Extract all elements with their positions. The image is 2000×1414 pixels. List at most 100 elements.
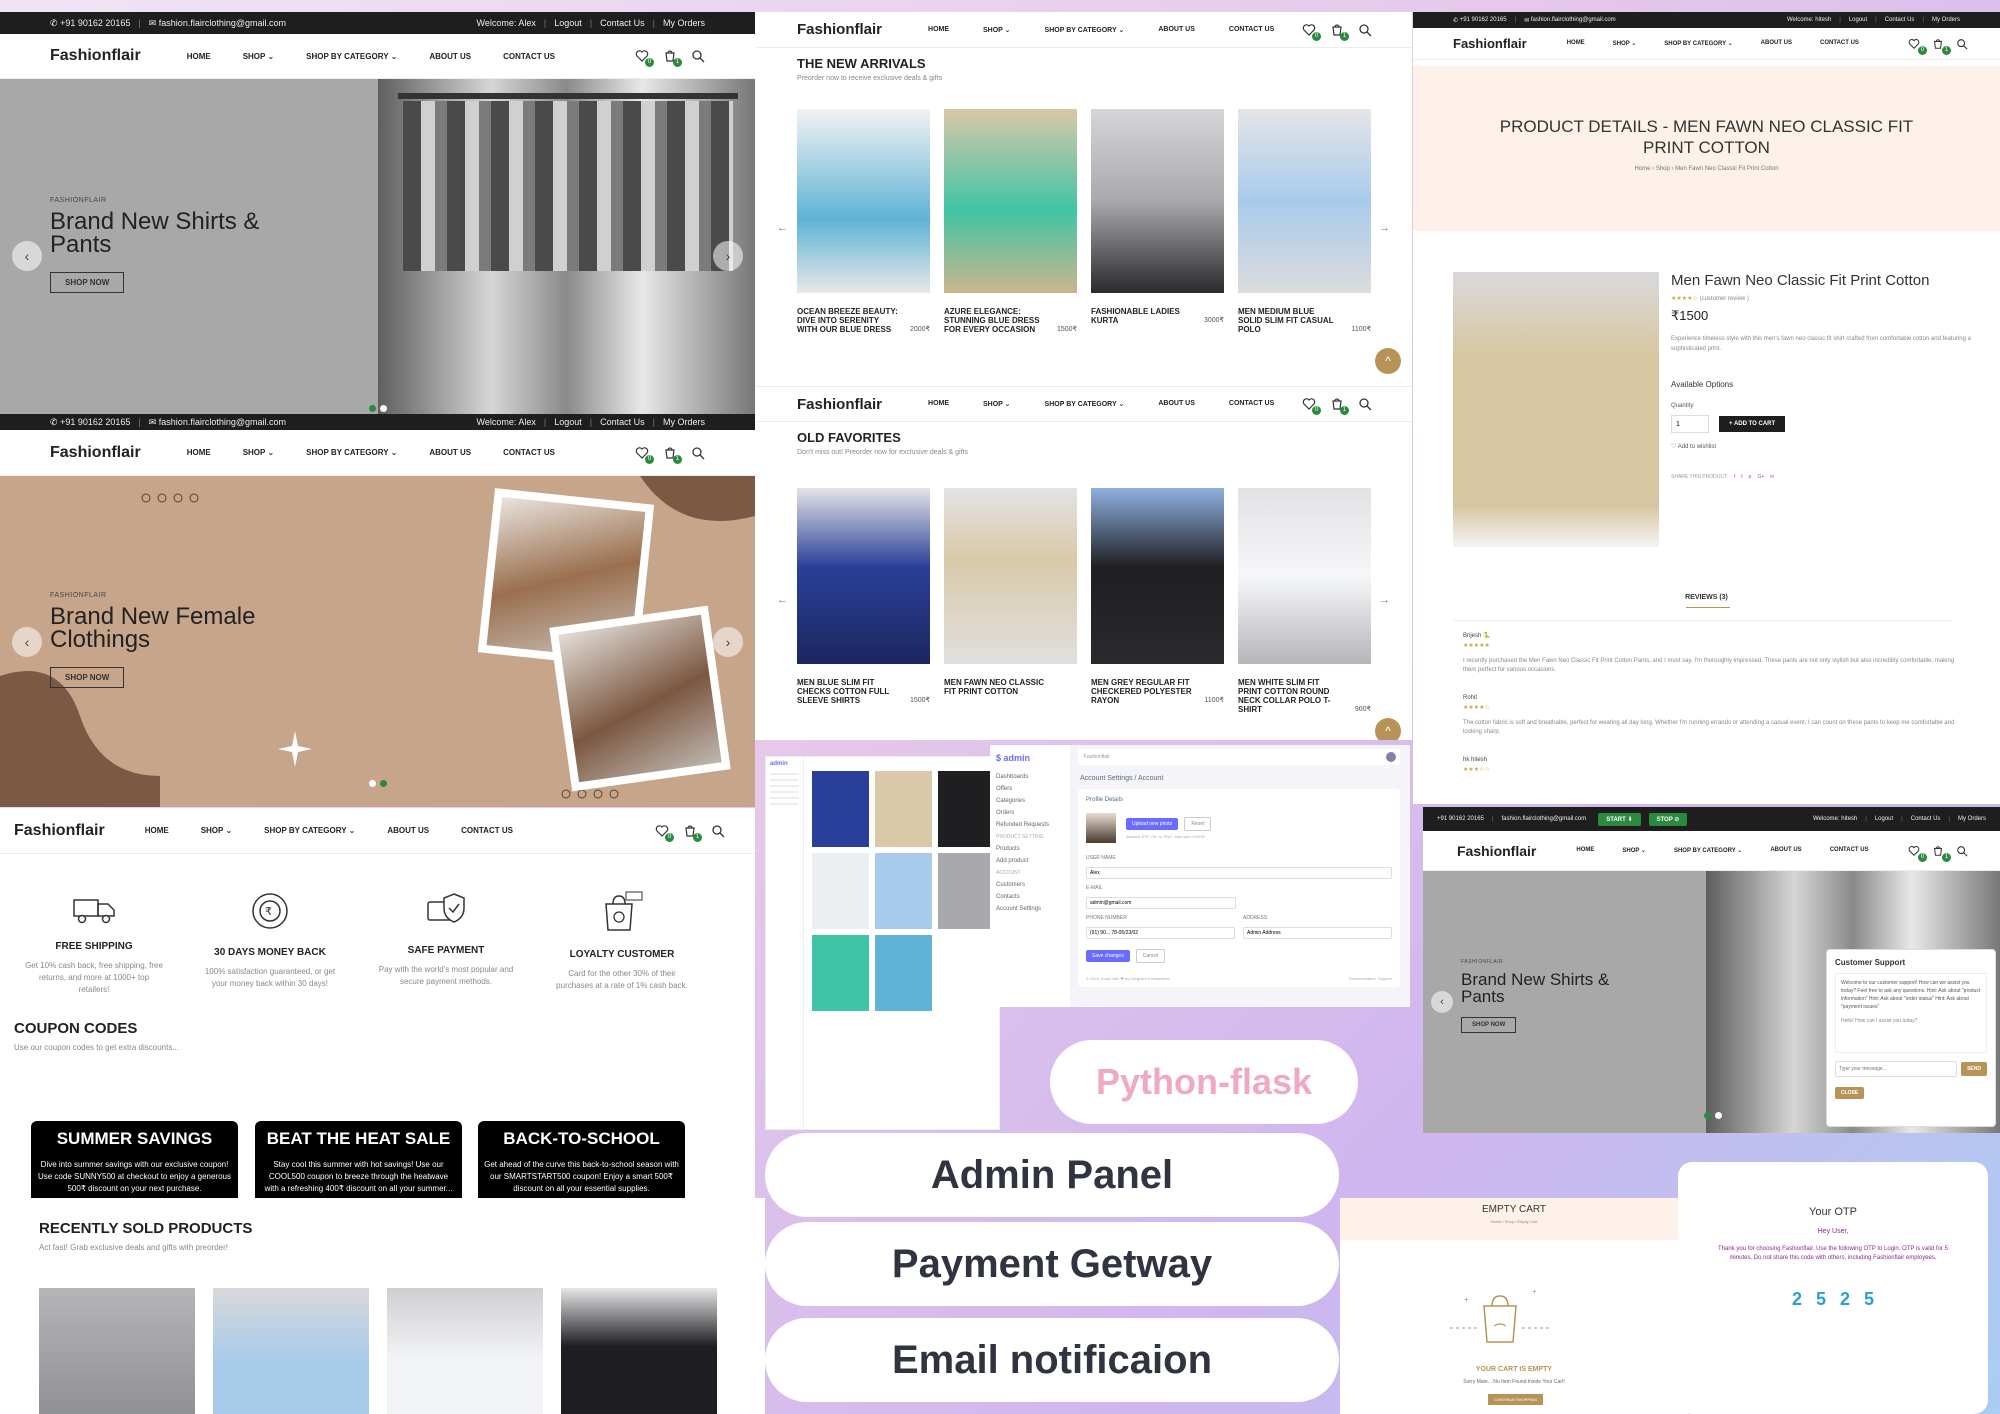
- search-icon[interactable]: [711, 824, 725, 838]
- product-thumb[interactable]: [812, 771, 869, 847]
- close-chat-button[interactable]: CLOSE: [1835, 1087, 1865, 1099]
- cart-icon[interactable]: 1: [1932, 37, 1951, 55]
- linkedin-icon[interactable]: in: [1770, 474, 1774, 480]
- wishlist-icon[interactable]: 0: [655, 824, 674, 842]
- logo[interactable]: Fashionflair: [797, 396, 882, 413]
- product-card[interactable]: MEN MEDIUM BLUE SOLID SLIM FIT CASUAL PO…: [1238, 109, 1371, 334]
- avatar[interactable]: [1386, 752, 1396, 762]
- nav-category[interactable]: SHOP BY CATEGORY ⌄: [1045, 26, 1125, 34]
- product-thumb[interactable]: [812, 853, 869, 929]
- nav-about[interactable]: ABOUT US: [429, 448, 471, 457]
- shop-now-button[interactable]: SHOP NOW: [50, 667, 125, 688]
- product-card[interactable]: MEN FAWN NEO CLASSIC FIT PRINT COTTON: [944, 488, 1077, 714]
- contact-link[interactable]: Contact Us: [600, 18, 645, 28]
- contact-link[interactable]: Contact Us: [1885, 17, 1915, 23]
- slide-dot[interactable]: [1704, 1112, 1711, 1119]
- shop-now-button[interactable]: SHOP NOW: [50, 272, 125, 293]
- support-link[interactable]: Support: [1378, 976, 1392, 981]
- pinterest-icon[interactable]: p: [1749, 474, 1752, 480]
- email-field[interactable]: [1086, 897, 1236, 909]
- wishlist-icon[interactable]: 0: [635, 49, 654, 67]
- nav-home[interactable]: HOME: [187, 448, 211, 457]
- voice-stop-button[interactable]: STOP ⊘: [1648, 812, 1688, 826]
- prev-arrow-icon[interactable]: ‹: [12, 626, 42, 657]
- admin-nav-offers[interactable]: Offers: [996, 783, 1064, 795]
- slide-dot[interactable]: [380, 780, 387, 787]
- logout-link[interactable]: Logout: [1875, 816, 1893, 822]
- product-image[interactable]: [213, 1288, 369, 1414]
- logout-link[interactable]: Logout: [554, 417, 582, 427]
- admin-nav-dashboards[interactable]: Dashboards: [996, 771, 1064, 783]
- search-icon[interactable]: [691, 49, 705, 63]
- orders-link[interactable]: My Orders: [663, 18, 705, 28]
- cart-icon[interactable]: 1: [663, 49, 682, 67]
- contact-link[interactable]: Contact Us: [1911, 816, 1941, 822]
- quantity-input[interactable]: [1671, 415, 1709, 433]
- cart-icon[interactable]: 1: [663, 446, 682, 464]
- wishlist-icon[interactable]: 0: [1908, 37, 1927, 55]
- product-thumb[interactable]: [812, 935, 869, 1011]
- admin-nav-contacts[interactable]: Contacts: [996, 891, 1064, 903]
- cart-icon[interactable]: 1: [1330, 23, 1349, 41]
- product-card[interactable]: MEN BLUE SLIM FIT CHECKS COTTON FULL SLE…: [797, 488, 930, 714]
- logo[interactable]: Fashionflair: [1457, 843, 1536, 859]
- cart-icon[interactable]: 1: [683, 824, 702, 842]
- admin-nav-orders[interactable]: Orders: [996, 807, 1064, 819]
- logo[interactable]: Fashionflair: [14, 822, 105, 840]
- nav-shop[interactable]: SHOP ⌄: [1613, 40, 1637, 47]
- nav-category[interactable]: SHOP BY CATEGORY ⌄: [306, 52, 397, 61]
- nav-contact[interactable]: CONTACT US: [1820, 40, 1859, 47]
- save-changes-button[interactable]: Save changes: [1086, 950, 1130, 962]
- nav-category[interactable]: SHOP BY CATEGORY ⌄: [1674, 847, 1742, 854]
- product-image[interactable]: [387, 1288, 543, 1414]
- nav-about[interactable]: ABOUT US: [387, 826, 429, 835]
- search-icon[interactable]: [1956, 844, 1970, 858]
- reset-button[interactable]: Reset: [1184, 817, 1212, 831]
- nav-shop[interactable]: SHOP ⌄: [243, 52, 274, 61]
- orders-link[interactable]: My Orders: [663, 417, 705, 427]
- nav-category[interactable]: SHOP BY CATEGORY ⌄: [1664, 40, 1732, 47]
- product-image[interactable]: [39, 1288, 195, 1414]
- next-arrow-icon[interactable]: →: [1379, 594, 1390, 606]
- coupon-card[interactable]: BEAT THE HEAT SALE Stay cool this summer …: [255, 1121, 462, 1198]
- nav-home[interactable]: HOME: [1576, 847, 1594, 854]
- wishlist-icon[interactable]: 0: [635, 446, 654, 464]
- chat-input[interactable]: [1835, 1061, 1958, 1077]
- googleplus-icon[interactable]: G+: [1757, 474, 1764, 480]
- search-icon[interactable]: [1358, 23, 1372, 37]
- nav-home[interactable]: HOME: [145, 826, 169, 835]
- cart-icon[interactable]: 1: [1330, 397, 1349, 415]
- admin-nav-account-settings[interactable]: Account Settings: [996, 903, 1064, 915]
- admin-logo[interactable]: $ admin: [996, 753, 1064, 763]
- prev-arrow-icon[interactable]: ←: [777, 222, 788, 234]
- shop-now-button[interactable]: SHOP NOW: [1461, 1017, 1517, 1033]
- nav-contact[interactable]: CONTACT US: [503, 448, 555, 457]
- admin-nav-products[interactable]: Products: [996, 843, 1064, 855]
- slide-dot[interactable]: [369, 405, 376, 412]
- scroll-top-button[interactable]: ^: [1375, 718, 1401, 740]
- product-thumb[interactable]: [875, 853, 932, 929]
- nav-about[interactable]: ABOUT US: [1158, 26, 1195, 34]
- prev-arrow-icon[interactable]: ‹: [1431, 991, 1453, 1013]
- product-thumb[interactable]: [938, 771, 995, 847]
- nav-about[interactable]: ABOUT US: [1770, 847, 1801, 854]
- nav-contact[interactable]: CONTACT US: [1830, 847, 1869, 854]
- nav-home[interactable]: HOME: [928, 26, 949, 34]
- nav-shop[interactable]: SHOP ⌄: [983, 26, 1011, 34]
- prev-arrow-icon[interactable]: ←: [777, 594, 788, 606]
- nav-home[interactable]: HOME: [187, 52, 211, 61]
- breadcrumb-home[interactable]: Home: [1634, 166, 1650, 172]
- nav-shop[interactable]: SHOP ⌄: [201, 826, 232, 835]
- docs-link[interactable]: Documentation: [1349, 976, 1376, 981]
- logout-link[interactable]: Logout: [554, 18, 582, 28]
- upload-photo-button[interactable]: Upload new photo: [1126, 818, 1179, 830]
- slide-dot[interactable]: [369, 780, 376, 787]
- coupon-card[interactable]: BACK-TO-SCHOOL Get ahead of the curve thi…: [478, 1121, 685, 1198]
- nav-contact[interactable]: CONTACT US: [1229, 400, 1274, 408]
- search-icon[interactable]: [1956, 37, 1970, 51]
- wishlist-icon[interactable]: 0: [1302, 397, 1321, 415]
- logo[interactable]: Fashionflair: [50, 47, 141, 65]
- next-arrow-icon[interactable]: ›: [713, 626, 743, 657]
- continue-shopping-button[interactable]: CONTINUE SHOPPING: [1488, 1394, 1544, 1405]
- next-arrow-icon[interactable]: →: [1379, 222, 1390, 234]
